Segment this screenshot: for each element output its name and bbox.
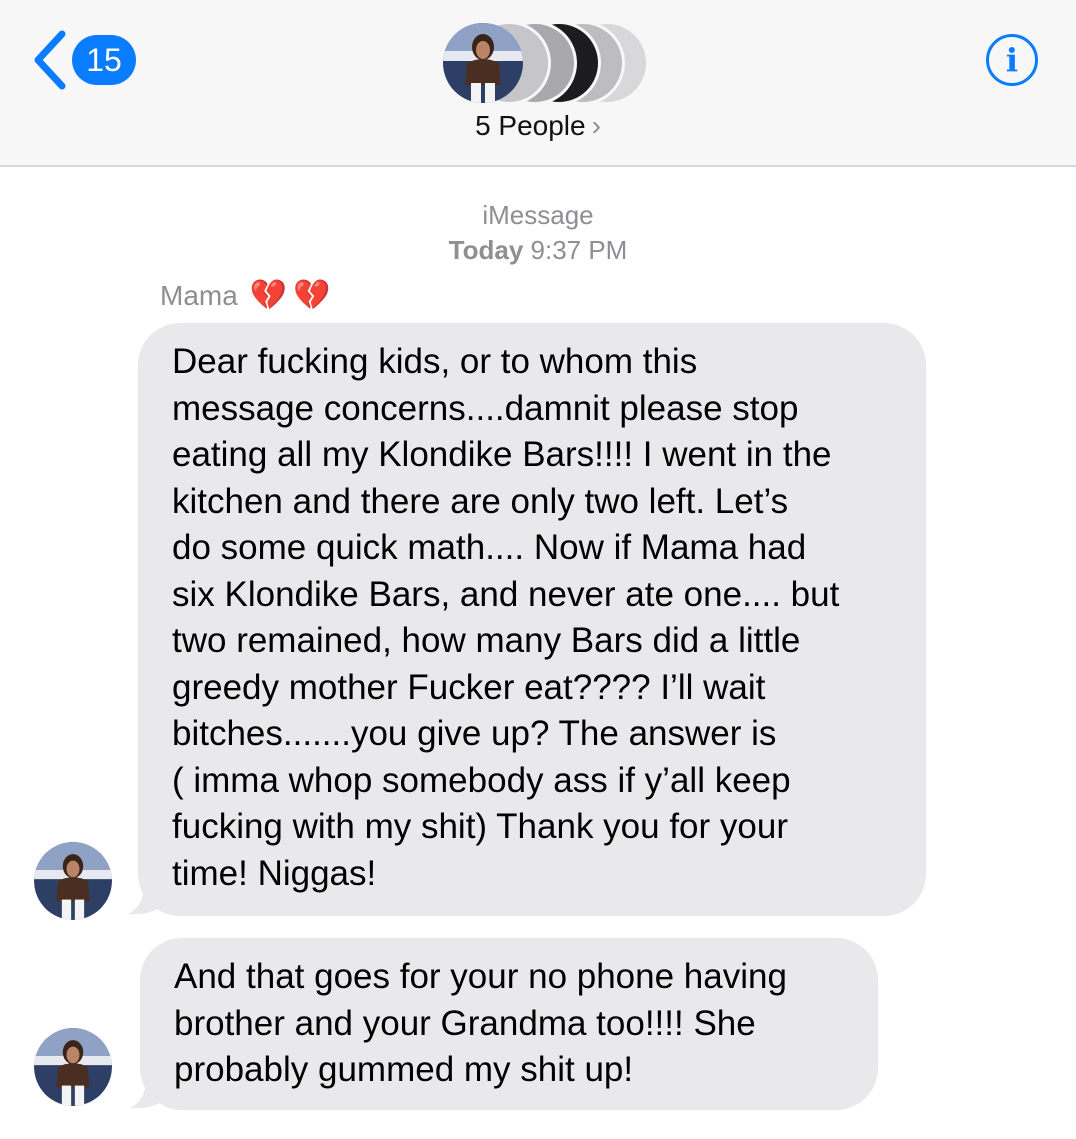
group-avatar-stack[interactable]: [441, 18, 651, 106]
bubble-tail: [128, 884, 166, 915]
sender-avatar[interactable]: [34, 842, 112, 920]
sender-avatar[interactable]: [34, 1028, 112, 1106]
bubble-tail: [130, 1078, 168, 1109]
info-button[interactable]: i: [986, 34, 1038, 86]
timestamp-day: Today: [448, 235, 524, 265]
timestamp: Today 9:37 PM: [0, 233, 1076, 268]
conversation-header: 15 5 People › i: [0, 0, 1076, 167]
sender-name: Mama: [160, 279, 238, 311]
message-line: brother and your Grandma too!!!! She: [174, 1003, 756, 1043]
message-line: And that goes for your no phone having: [174, 957, 787, 996]
message-bubble[interactable]: And that goes for your no phone having b…: [140, 938, 878, 1110]
chevron-left-icon: [34, 30, 66, 90]
conversation-meta: iMessage Today 9:37 PM: [0, 198, 1076, 268]
sender-name-row: Mama 💔💔: [160, 278, 337, 313]
message-line: six Klondike Bars, and never ate one....…: [172, 574, 840, 614]
message-line: time! Niggas!: [172, 853, 377, 893]
message-line: do some quick math.... Now if Mama had: [172, 528, 807, 567]
chevron-right-icon: ›: [591, 110, 601, 141]
message-line: eating all my Klondike Bars!!!! I went i…: [172, 435, 832, 474]
broken-heart-emoji: 💔💔: [249, 279, 337, 312]
service-label: iMessage: [482, 200, 594, 230]
back-button[interactable]: 15: [30, 28, 136, 92]
group-people-label: 5 People: [475, 110, 586, 141]
message-line: ( imma whop somebody ass if y’all keep: [172, 760, 791, 800]
timestamp-time: 9:37 PM: [530, 235, 628, 265]
message-bubble[interactable]: Dear fucking kids, or to whom this messa…: [138, 323, 926, 916]
info-icon: i: [1005, 41, 1019, 79]
message-line: fucking with my shit) Thank you for your: [172, 807, 788, 846]
message-line: probably gummed my shit up!: [174, 1050, 634, 1089]
mama-avatar: [443, 23, 523, 103]
message-line: greedy mother Fucker eat???? I’ll wait: [172, 667, 766, 707]
group-people-link[interactable]: 5 People ›: [0, 110, 1076, 142]
unread-count-badge: 15: [72, 35, 136, 85]
message-line: bitches.......you give up? The answer is: [172, 714, 777, 753]
message-line: message concerns....damnit please stop: [172, 388, 799, 428]
message-line: two remained, how many Bars did a little: [172, 621, 801, 660]
message-line: kitchen and there are only two left. Let…: [172, 481, 789, 521]
message-line: Dear fucking kids, or to whom this: [172, 342, 698, 381]
